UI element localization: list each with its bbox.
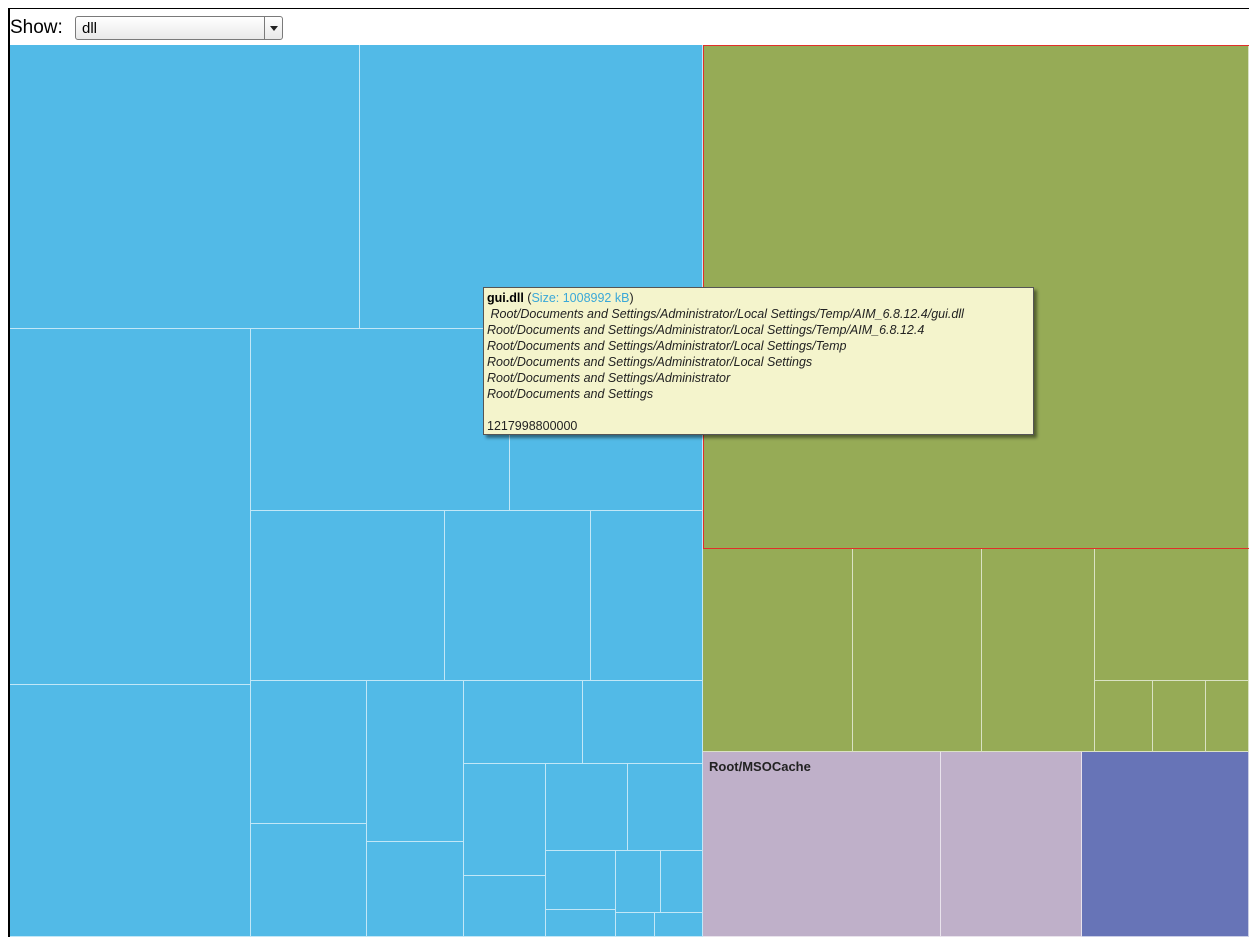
tooltip-close-paren: ): [629, 291, 634, 305]
treemap-cell[interactable]: [616, 851, 661, 913]
treemap-cell[interactable]: [661, 851, 703, 913]
chevron-down-icon[interactable]: [264, 17, 282, 39]
tooltip-timestamp: 1217998800000: [487, 419, 578, 433]
treemap-cell[interactable]: [703, 752, 941, 937]
tooltip-path: Root/Documents and Settings/Administrato…: [487, 371, 731, 385]
tooltip-path: Root/Documents and Settings/Administrato…: [487, 355, 813, 369]
treemap-cell[interactable]: [1206, 681, 1249, 752]
treemap-cell[interactable]: [591, 511, 703, 681]
file-type-select-value: dll: [82, 20, 98, 37]
treemap: Root/MSOCache: [10, 45, 1249, 937]
treemap-cell[interactable]: [703, 549, 853, 752]
treemap-cell[interactable]: [1095, 681, 1153, 752]
file-type-select[interactable]: dll: [75, 16, 283, 40]
window-top-border: [8, 8, 1249, 9]
tooltip-file-size: Size: 1008992 kB: [531, 291, 630, 305]
treemap-cell[interactable]: [445, 511, 591, 681]
treemap-cell[interactable]: [464, 681, 583, 764]
tooltip-file-name: gui.dll: [487, 291, 524, 305]
tooltip-path: Root/Documents and Settings: [487, 387, 654, 401]
treemap-cell[interactable]: [1082, 752, 1249, 937]
treemap-cell[interactable]: [464, 764, 546, 876]
treemap-cell[interactable]: [853, 549, 982, 752]
treemap-cell[interactable]: [367, 842, 464, 937]
treemap-cell[interactable]: [10, 329, 251, 685]
treemap-cell[interactable]: [616, 913, 655, 937]
treemap-cell[interactable]: [367, 681, 464, 842]
tooltip-path: Root/Documents and Settings/Administrato…: [487, 339, 847, 353]
treemap-cell[interactable]: [546, 851, 616, 910]
treemap-cell[interactable]: [583, 681, 703, 764]
treemap-cell[interactable]: [10, 685, 251, 937]
treemap-cell[interactable]: [251, 329, 510, 511]
treemap-cell[interactable]: [251, 511, 445, 681]
treemap-cell[interactable]: [546, 764, 628, 851]
treemap-cell[interactable]: [982, 549, 1095, 752]
treemap-cell[interactable]: [941, 752, 1082, 937]
treemap-cell[interactable]: [655, 913, 703, 937]
group-label-msocache: Root/MSOCache: [709, 759, 811, 774]
treemap-cell[interactable]: [546, 910, 616, 937]
treemap-cell[interactable]: [464, 876, 546, 937]
treemap-cell[interactable]: [1153, 681, 1206, 752]
tooltip-title: gui.dll (Size: 1008992 kB): [487, 290, 1030, 306]
show-label: Show:: [10, 17, 63, 38]
treemap-cell[interactable]: [251, 681, 367, 824]
tooltip-path: Root/Documents and Settings/Administrato…: [487, 307, 964, 321]
treemap-cell[interactable]: [251, 824, 367, 937]
tooltip-path: Root/Documents and Settings/Administrato…: [487, 323, 925, 337]
treemap-cell[interactable]: [628, 764, 703, 851]
tooltip: gui.dll (Size: 1008992 kB) Root/Document…: [483, 287, 1034, 435]
treemap-cell[interactable]: [10, 45, 360, 329]
treemap-cell[interactable]: [1095, 549, 1249, 681]
